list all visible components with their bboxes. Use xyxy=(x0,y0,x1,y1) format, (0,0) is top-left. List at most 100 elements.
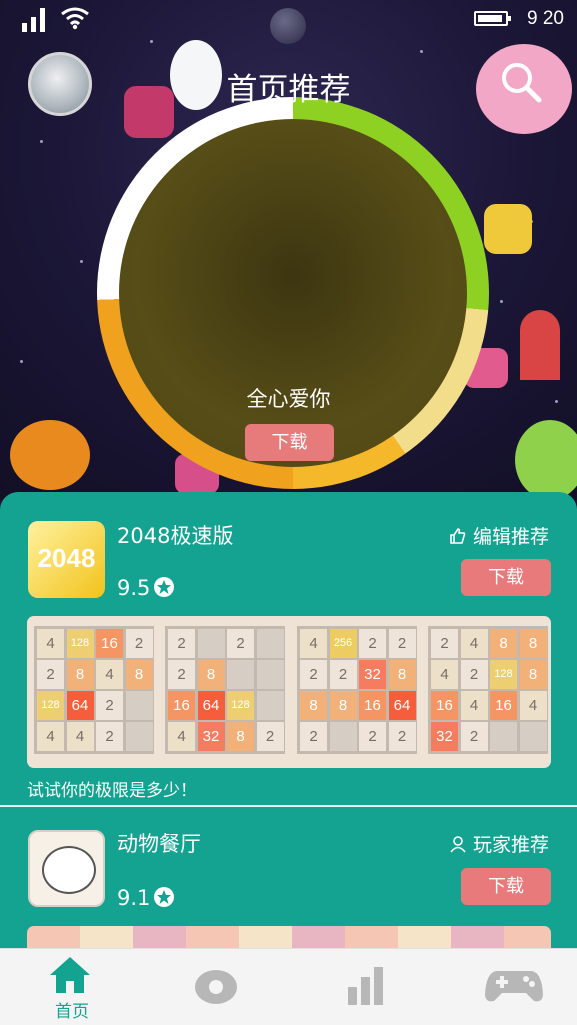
battery-icon xyxy=(474,11,511,26)
board-tile: 16 xyxy=(168,691,195,720)
star-decoration xyxy=(40,140,43,143)
star-decoration xyxy=(80,260,83,263)
game-board: 2 4 8 8 4 2 128 8 16 4 16 4 32 2 xyxy=(428,626,548,754)
board-tile: 2 xyxy=(227,629,254,658)
board-tile: 8 xyxy=(125,660,153,689)
board-tile: 16 xyxy=(490,691,517,720)
board-tile: 4 xyxy=(37,722,64,751)
download-button[interactable]: 下载 xyxy=(461,559,551,596)
board-tile: 32 xyxy=(359,660,386,689)
board-tile xyxy=(256,660,284,689)
board-tile: 4 xyxy=(300,629,327,658)
board-tile: 8 xyxy=(519,629,547,658)
rating-value: 9.5 xyxy=(117,576,151,600)
star-decoration xyxy=(420,50,423,53)
planet-core xyxy=(119,119,467,467)
app-name[interactable]: 动物餐厅 xyxy=(117,828,201,858)
tag-label: 编辑推荐 xyxy=(472,526,549,548)
star-decoration xyxy=(20,360,23,363)
app-icon-2048[interactable]: 2048 xyxy=(28,521,105,598)
game-board: 2 2 2 8 16 64 128 4 32 8 2 xyxy=(165,626,285,754)
board-tile: 2 xyxy=(256,722,284,751)
tab-discover[interactable] xyxy=(144,949,288,1025)
cat-face-graphic xyxy=(42,846,96,894)
board-tile xyxy=(125,691,153,720)
board-tile: 2 xyxy=(300,660,327,689)
board-tile: 32 xyxy=(197,722,225,751)
screenshot-strip[interactable] xyxy=(27,926,551,948)
board-tile: 2 xyxy=(300,722,327,751)
star-decoration xyxy=(500,300,503,303)
board-tile: 2 xyxy=(359,629,386,658)
board-tile xyxy=(256,691,284,720)
board-tile: 16 xyxy=(359,691,386,720)
page-title: 首页推荐 xyxy=(226,72,351,108)
board-tile: 32 xyxy=(431,722,458,751)
tab-label: 首页 xyxy=(55,1002,89,1022)
search-icon[interactable] xyxy=(499,60,543,104)
board-tile: 2 xyxy=(37,660,64,689)
board-tile: 8 xyxy=(329,691,357,720)
download-button[interactable]: 下载 xyxy=(461,868,551,905)
board-tile: 8 xyxy=(300,691,327,720)
board-tile: 8 xyxy=(490,629,517,658)
board-tile: 8 xyxy=(388,660,416,689)
board-tile xyxy=(227,660,254,689)
board-tile: 4 xyxy=(66,722,94,751)
board-tile: 4 xyxy=(168,722,195,751)
tag-label: 玩家推荐 xyxy=(472,834,549,856)
app-rating: 9.5 xyxy=(117,576,175,600)
board-tile: 4 xyxy=(96,660,123,689)
board-tile xyxy=(197,629,225,658)
eye-icon xyxy=(195,970,237,1004)
board-tile: 2 xyxy=(460,722,488,751)
wifi-icon xyxy=(61,7,89,30)
star-decoration xyxy=(150,40,153,43)
user-icon xyxy=(450,836,466,853)
hero-title: 全心爱你 xyxy=(246,387,331,411)
recommend-list[interactable]: 2048 2048极速版 9.5 编辑推荐 下载 4 128 16 2 2 8 4 8 128 6… xyxy=(0,492,577,948)
app-icon-animal-restaurant[interactable] xyxy=(28,830,105,907)
bar-chart-icon xyxy=(348,967,383,1005)
board-tile xyxy=(125,722,153,751)
status-time: 9 20 xyxy=(527,8,564,29)
home-icon xyxy=(50,957,90,993)
app-card[interactable]: 2048 2048极速版 9.5 编辑推荐 下载 4 128 16 2 2 8 4 8 128 6… xyxy=(0,492,577,804)
board-tile: 2 xyxy=(359,722,386,751)
character-decoration xyxy=(484,204,532,254)
hero-download-button[interactable]: 下载 xyxy=(245,424,334,461)
board-tile xyxy=(256,629,284,658)
app-card[interactable]: 动物餐厅 9.1 玩家推荐 下载 xyxy=(0,812,577,948)
app-icon-text: 2048 xyxy=(37,543,96,573)
board-tile: 128 xyxy=(37,691,64,720)
board-tile: 16 xyxy=(96,629,123,658)
board-tile xyxy=(329,722,357,751)
bottom-tab-bar: 首页 xyxy=(0,948,577,1025)
board-tile: 8 xyxy=(66,660,94,689)
board-tile: 128 xyxy=(227,691,254,720)
player-recommend-tag: 玩家推荐 xyxy=(449,830,549,857)
board-tile: 2 xyxy=(168,660,195,689)
board-tile: 2 xyxy=(460,660,488,689)
tab-home[interactable]: 首页 xyxy=(0,949,144,1025)
board-tile: 128 xyxy=(66,629,94,658)
star-icon xyxy=(154,577,175,597)
board-tile: 64 xyxy=(66,691,94,720)
board-tile: 8 xyxy=(519,660,547,689)
board-tile: 128 xyxy=(490,660,517,689)
board-tile: 2 xyxy=(125,629,153,658)
board-tile: 2 xyxy=(329,660,357,689)
board-tile: 2 xyxy=(431,629,458,658)
board-tile: 64 xyxy=(388,691,416,720)
card-divider xyxy=(0,805,577,807)
board-tile: 4 xyxy=(519,691,547,720)
board-tile: 8 xyxy=(227,722,254,751)
screenshot-strip[interactable]: 4 128 16 2 2 8 4 8 128 64 2 4 4 2 2 2 2 8 16 64 128 4 32 8 2 42… xyxy=(27,616,551,768)
tab-ranking[interactable] xyxy=(288,949,432,1025)
board-tile: 64 xyxy=(197,691,225,720)
board-tile: 4 xyxy=(431,660,458,689)
tab-games[interactable] xyxy=(432,949,576,1025)
thumb-up-icon xyxy=(450,528,466,544)
app-name[interactable]: 2048极速版 xyxy=(117,520,233,550)
board-tile: 2 xyxy=(388,722,416,751)
